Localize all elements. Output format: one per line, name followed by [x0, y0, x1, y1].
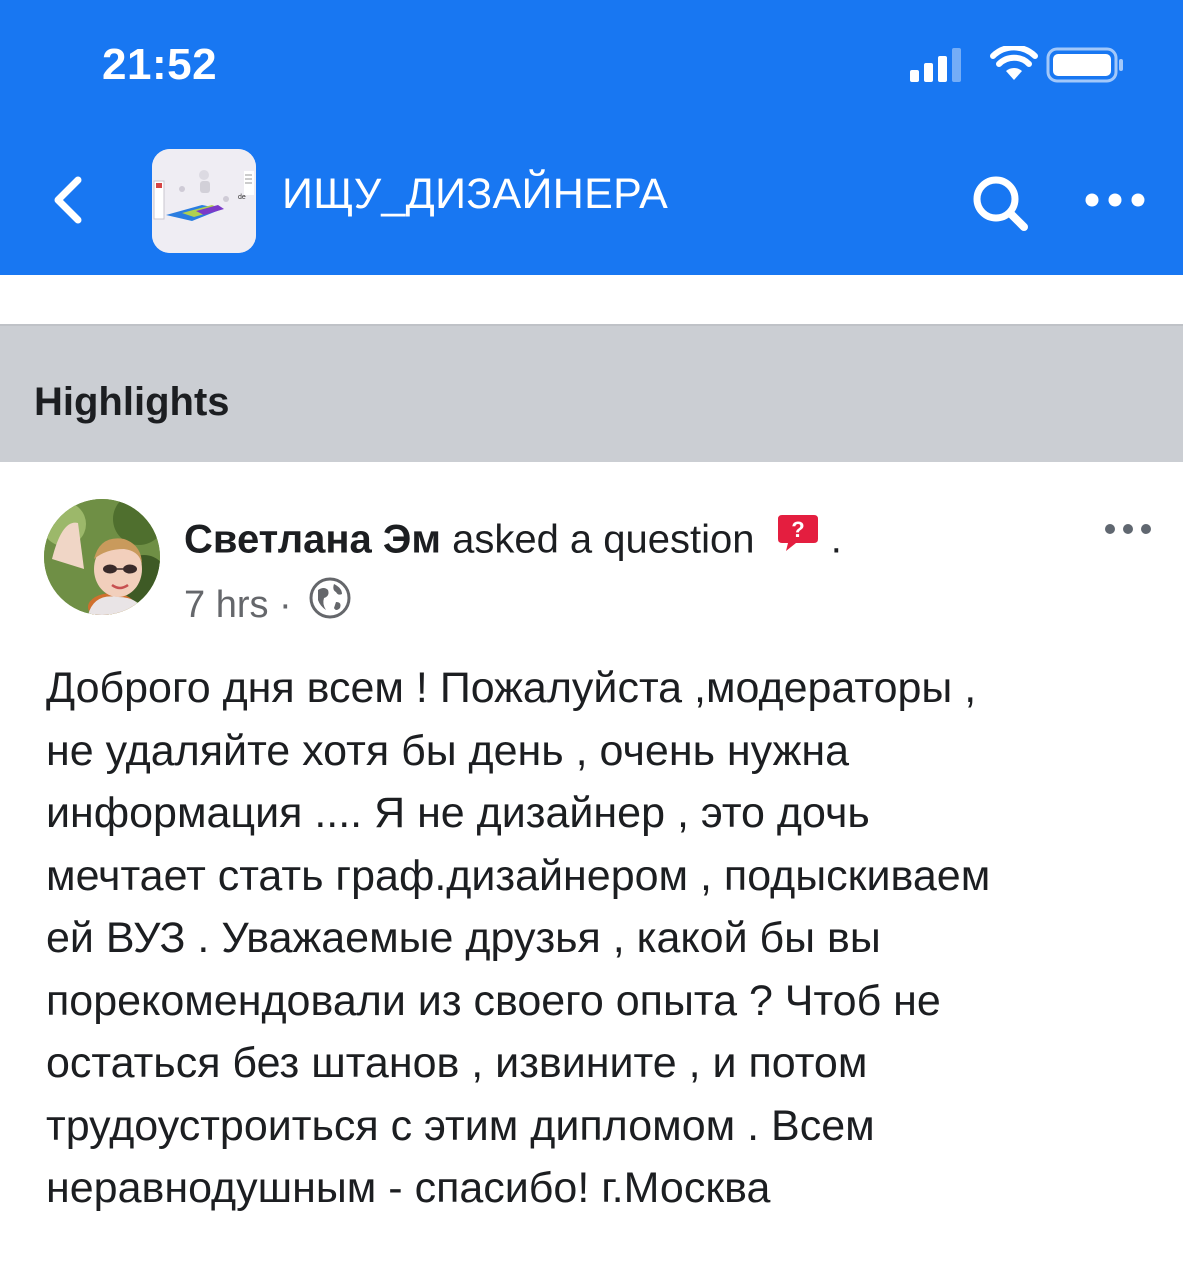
- top-bar: 21:52 de ИЩУ_ДИЗАЙНЕРА: [0, 0, 1183, 275]
- post-header: Светлана Эм asked a question ? .: [184, 513, 842, 568]
- chevron-left-icon: [54, 176, 82, 224]
- more-button[interactable]: [1082, 180, 1148, 220]
- search-icon: [973, 176, 1028, 231]
- status-time: 21:52: [102, 40, 218, 89]
- status-icons: [910, 44, 1130, 84]
- svg-text:de: de: [238, 194, 246, 201]
- globe-icon: [308, 576, 352, 630]
- more-horizontal-icon: [1085, 193, 1145, 207]
- post-time[interactable]: 7 hrs: [184, 584, 268, 626]
- question-badge: ?: [776, 513, 820, 565]
- search-button[interactable]: [968, 172, 1034, 234]
- post-meta: 7 hrs ·: [184, 577, 352, 634]
- signal-icon: [910, 48, 961, 82]
- back-button[interactable]: [40, 170, 100, 230]
- battery-icon: [1046, 47, 1123, 83]
- highlights-section-header: Highlights: [0, 324, 1183, 462]
- header-trailing: .: [830, 517, 842, 562]
- post-options-button[interactable]: [1100, 514, 1156, 544]
- group-title[interactable]: ИЩУ_ДИЗАЙНЕРА: [282, 170, 668, 219]
- meta-separator: ·: [279, 584, 292, 627]
- avatar[interactable]: [44, 499, 160, 615]
- post-body-text: Доброго дня всем ! Пожалуйста ,модератор…: [46, 664, 991, 1212]
- section-title: Highlights: [34, 380, 230, 424]
- author-photo: [44, 499, 160, 615]
- more-horizontal-icon: [1105, 524, 1151, 534]
- group-cover-image: de: [152, 149, 256, 253]
- group-avatar[interactable]: de: [152, 149, 256, 253]
- question-icon: ?: [777, 515, 818, 551]
- post-action: asked a question: [452, 517, 755, 562]
- post-card: Светлана Эм asked a question ? . 7 hrs ·: [0, 462, 1183, 1280]
- author-name[interactable]: Светлана Эм: [184, 518, 441, 562]
- spacer: [0, 275, 1183, 324]
- svg-text:?: ?: [791, 517, 804, 542]
- wifi-icon: [990, 46, 1038, 80]
